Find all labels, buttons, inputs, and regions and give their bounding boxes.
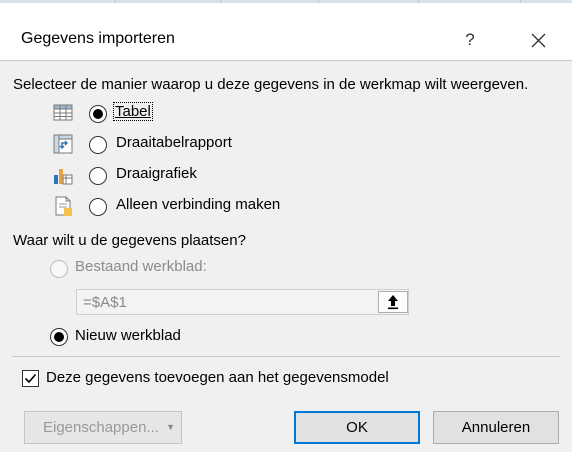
close-icon bbox=[531, 33, 546, 48]
close-button[interactable] bbox=[516, 21, 560, 59]
radio-alleen-verbinding[interactable] bbox=[89, 198, 107, 216]
dropdown-arrow-icon: ▼ bbox=[166, 422, 175, 432]
radio-nieuw-werkblad[interactable] bbox=[50, 328, 68, 346]
upload-arrow-icon bbox=[388, 295, 398, 310]
radio-draaitabelrapport[interactable] bbox=[89, 136, 107, 154]
checkmark-icon bbox=[24, 373, 37, 384]
properties-button-label: Eigenschappen... bbox=[43, 419, 159, 436]
radio-bestaand-werkblad[interactable] bbox=[50, 260, 68, 278]
section-divider bbox=[12, 356, 560, 357]
connection-only-icon bbox=[55, 196, 72, 216]
cell-reference-input[interactable]: =$A$1 bbox=[76, 289, 409, 315]
existing-sheet-label: Bestaand werkblad: bbox=[75, 258, 207, 275]
option-label-alleen-verbinding[interactable]: Alleen verbinding maken bbox=[116, 196, 280, 213]
option-label-draaigrafiek[interactable]: Draaigrafiek bbox=[116, 165, 197, 182]
dialog-body: Selecteer de manier waarop u deze gegeve… bbox=[0, 61, 572, 452]
cell-reference-value: =$A$1 bbox=[83, 294, 127, 311]
pivot-table-icon bbox=[53, 134, 73, 154]
view-instruction: Selecteer de manier waarop u deze gegeve… bbox=[13, 76, 529, 93]
cancel-button[interactable]: Annuleren bbox=[433, 411, 559, 444]
ok-button[interactable]: OK bbox=[294, 411, 420, 444]
radio-tabel[interactable] bbox=[89, 105, 107, 123]
properties-button[interactable]: Eigenschappen... ▼ bbox=[24, 411, 182, 444]
help-button[interactable]: ? bbox=[448, 21, 492, 59]
placement-question: Waar wilt u de gegevens plaatsen? bbox=[13, 232, 246, 249]
table-icon bbox=[53, 104, 73, 121]
new-sheet-label[interactable]: Nieuw werkblad bbox=[75, 327, 181, 344]
radio-draaigrafiek[interactable] bbox=[89, 167, 107, 185]
option-label-draaitabelrapport[interactable]: Draaitabelrapport bbox=[116, 134, 232, 151]
add-to-data-model-checkbox[interactable] bbox=[22, 370, 39, 387]
add-to-data-model-label[interactable]: Deze gegevens toevoegen aan het gegevens… bbox=[46, 369, 389, 386]
dialog-title: Gegevens importeren bbox=[21, 30, 175, 47]
pivot-chart-icon bbox=[54, 169, 73, 185]
dialog-titlebar: Gegevens importeren ? bbox=[0, 3, 572, 59]
option-label-tabel[interactable]: Tabel bbox=[113, 102, 153, 121]
collapse-reference-button[interactable] bbox=[378, 291, 408, 313]
